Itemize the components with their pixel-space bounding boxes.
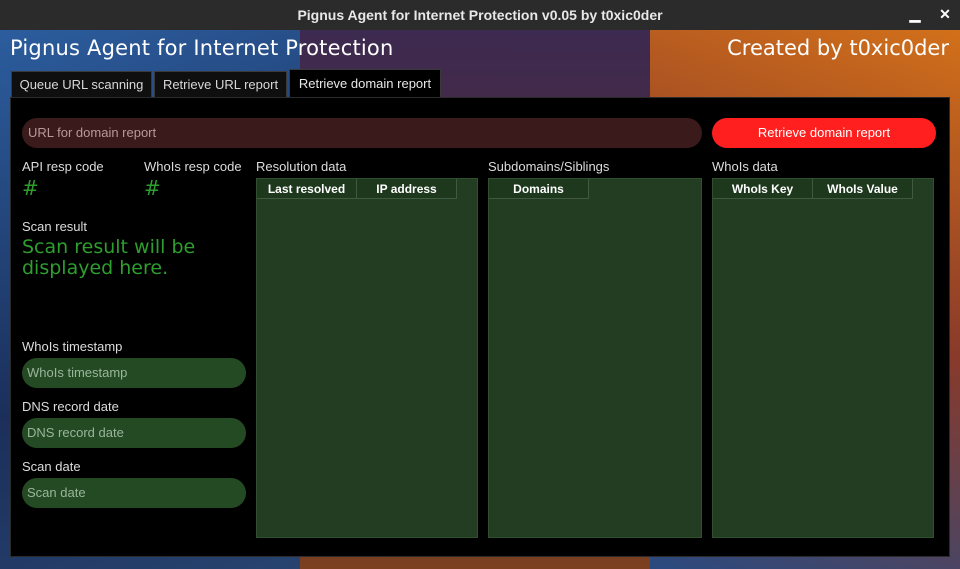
column-header-whois-value[interactable]: WhoIs Value xyxy=(813,179,913,199)
url-input[interactable]: URL for domain report xyxy=(22,118,702,148)
dns-record-date-field[interactable]: DNS record date xyxy=(22,418,246,448)
tab-queue-url-scanning[interactable]: Queue URL scanning xyxy=(11,71,152,98)
scan-result-label: Scan result xyxy=(22,219,88,234)
subdomains-siblings-label: Subdomains/Siblings xyxy=(488,159,610,174)
tab-retrieve-url-report[interactable]: Retrieve URL report xyxy=(154,71,287,98)
whois-data-table[interactable]: WhoIs Key WhoIs Value xyxy=(712,178,934,538)
minimize-icon[interactable]: ▁ xyxy=(906,5,924,23)
api-resp-code-value: # xyxy=(22,176,39,200)
window-title: Pignus Agent for Internet Protection v0.… xyxy=(297,7,663,23)
creator-label: Created by t0xic0der xyxy=(727,36,949,60)
column-header-ip-address[interactable]: IP address xyxy=(357,179,457,199)
retrieve-domain-report-button[interactable]: Retrieve domain report xyxy=(712,118,936,148)
whois-timestamp-field[interactable]: WhoIs timestamp xyxy=(22,358,246,388)
dns-record-date-label: DNS record date xyxy=(22,399,119,414)
whois-resp-code-label: WhoIs resp code xyxy=(144,159,242,174)
api-resp-code-label: API resp code xyxy=(22,159,104,174)
whois-resp-code-value: # xyxy=(144,176,161,200)
scan-date-field[interactable]: Scan date xyxy=(22,478,246,508)
column-header-last-resolved[interactable]: Last resolved xyxy=(257,179,357,199)
column-header-domains[interactable]: Domains xyxy=(489,179,589,199)
resolution-data-label: Resolution data xyxy=(256,159,347,174)
subdomains-table[interactable]: Domains xyxy=(488,178,702,538)
whois-data-label: WhoIs data xyxy=(712,159,778,174)
tab-retrieve-domain-report[interactable]: Retrieve domain report xyxy=(289,69,441,98)
whois-timestamp-label: WhoIs timestamp xyxy=(22,339,123,354)
scan-date-label: Scan date xyxy=(22,459,81,474)
resolution-data-table[interactable]: Last resolved IP address xyxy=(256,178,478,538)
app-title: Pignus Agent for Internet Protection xyxy=(10,36,394,60)
window-titlebar[interactable]: Pignus Agent for Internet Protection v0.… xyxy=(0,0,960,30)
close-icon[interactable]: ✕ xyxy=(936,5,954,23)
scan-result-value: Scan result will be displayed here. xyxy=(22,236,196,279)
column-header-whois-key[interactable]: WhoIs Key xyxy=(713,179,813,199)
